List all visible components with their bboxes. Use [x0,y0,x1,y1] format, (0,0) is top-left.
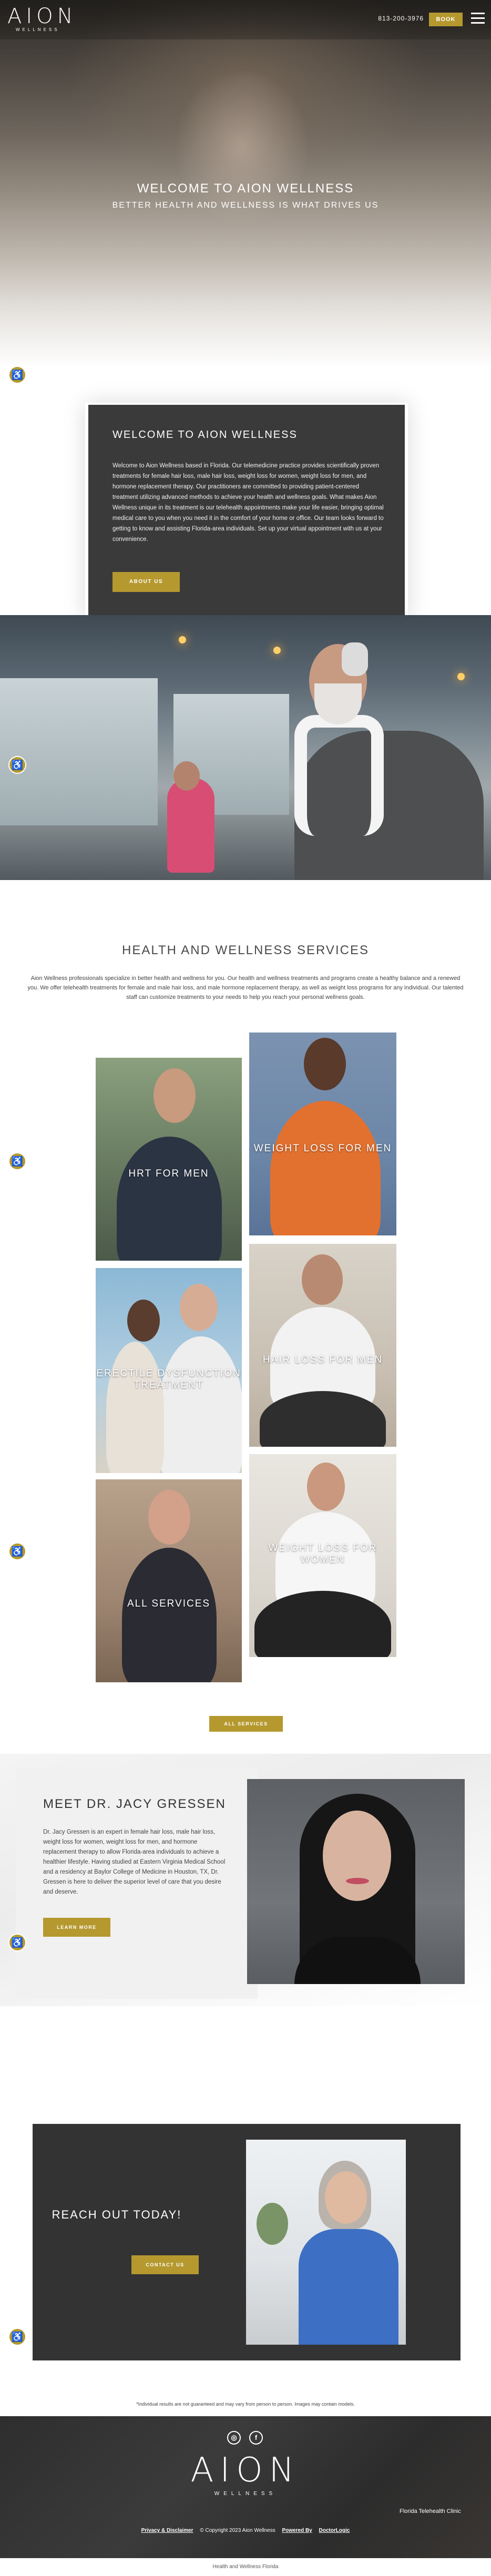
footer-logo-tagline: WELLNESS [214,2491,277,2497]
hero-subtitle: BETTER HEALTH AND WELLNESS IS WHAT DRIVE… [112,201,379,210]
photo-woman-runner [167,778,214,873]
service-tile-ed-treatment[interactable]: ERECTILE DYSFUNCTION TREATMENT [96,1268,242,1473]
doctor-photo [247,1779,465,1984]
powered-by-label: Powered By [282,2528,312,2533]
photo-towel [294,715,384,836]
bottom-bar-text: Health and Wellness Florida [0,2558,491,2576]
accessibility-icon[interactable]: ♿ [8,2328,26,2346]
hero-title: WELCOME TO AION WELLNESS [137,181,354,196]
meet-body: Dr. Jacy Gressen is an expert in female … [43,1829,226,1895]
facebook-icon[interactable]: f [249,2431,263,2445]
photo-woman-head [173,761,200,791]
gym-light [457,673,465,680]
photo-woman-body [299,2229,398,2345]
welcome-title: WELCOME TO AION WELLNESS [112,429,298,441]
learn-more-button[interactable]: LEARN MORE [43,1918,110,1937]
tile-photo-person [159,1336,242,1473]
book-button[interactable]: BOOK [429,13,463,26]
accessibility-icon[interactable]: ♿ [8,1934,26,1951]
services-intro: Aion Wellness professionals specialize i… [27,975,464,1000]
footer-logo[interactable]: AION [0,2451,491,2490]
tile-photo-head [127,1300,160,1342]
service-tile-label: ERECTILE DYSFUNCTION TREATMENT [96,1368,241,1391]
tile-photo-head [154,1068,196,1123]
doctorlogic-link[interactable]: DoctorLogic [319,2528,350,2533]
accessibility-icon[interactable]: ♿ [8,1542,26,1560]
photo-woman-face [325,2171,367,2224]
accessibility-icon[interactable]: ♿ [8,366,26,384]
doctor-photo-lips [346,1878,369,1884]
meet-title: MEET DR. JACY GRESSEN [43,1797,226,1811]
service-tile-all-services[interactable]: ALL SERVICES [96,1479,242,1682]
service-tile-label: HAIR LOSS FOR MEN [262,1354,383,1365]
accessibility-icon[interactable]: ♿ [8,1152,26,1170]
service-tile-hrt-for-men[interactable]: HRT FOR MEN [96,1058,242,1261]
welcome-card: WELCOME TO AION WELLNESS Welcome to Aion… [88,405,405,615]
service-tile-hair-loss-men[interactable]: HAIR LOSS FOR MEN [249,1244,396,1447]
gym-light [273,647,281,654]
tile-photo-person [117,1137,222,1261]
doctor-photo-face [323,1811,391,1901]
site-logo-tagline: WELLNESS [16,27,60,32]
service-tile-label: ALL SERVICES [127,1598,211,1609]
photo-plant [257,2203,288,2245]
header-phone-link[interactable]: 813-200-3976 [378,15,424,22]
contact-us-button[interactable]: CONTACT US [131,2255,199,2274]
services-title: HEALTH AND WELLNESS SERVICES [122,943,369,957]
welcome-body: Welcome to Aion Wellness based in Florid… [112,463,384,543]
footer-clinic-label: Florida Telehealth Clinic [400,2508,461,2514]
tile-photo-person [270,1101,381,1235]
footer-links: Privacy & Disclaimer © Copyright 2023 Ai… [0,2528,491,2533]
results-disclaimer: *Individual results are not guaranteed a… [136,2401,355,2407]
instagram-icon[interactable]: ◎ [227,2431,241,2445]
tile-photo-head [302,1254,343,1305]
reach-out-photo [246,2140,406,2345]
privacy-disclaimer-link[interactable]: Privacy & Disclaimer [141,2528,193,2533]
hamburger-menu-icon[interactable] [471,13,485,24]
service-tile-weight-loss-women[interactable]: WEIGHT LOSS FOR WOMEN [249,1454,396,1657]
service-tile-label: WEIGHT LOSS FOR MEN [253,1143,392,1154]
gym-window [0,678,158,825]
service-tile-label: HRT FOR MEN [128,1168,209,1179]
tile-photo-head [148,1490,190,1545]
photo-headphones [342,642,368,676]
copyright-text: © Copyright 2023 Aion Wellness [200,2528,275,2533]
accessibility-icon[interactable]: ♿ [8,756,26,774]
tile-photo-head [180,1284,218,1331]
reach-out-title: REACH OUT TODAY! [52,2208,182,2221]
gym-light [179,636,186,643]
tile-photo-person [106,1342,164,1473]
site-logo[interactable]: AION [7,4,77,28]
tile-photo-head [304,1038,346,1090]
tile-photo-head [307,1463,345,1511]
service-tile-weight-loss-men[interactable]: WEIGHT LOSS FOR MEN [249,1033,396,1235]
tile-photo-person [122,1548,217,1682]
about-us-button[interactable]: ABOUT US [112,572,180,592]
service-tile-label: WEIGHT LOSS FOR WOMEN [268,1542,377,1565]
all-services-button[interactable]: ALL SERVICES [209,1716,283,1732]
